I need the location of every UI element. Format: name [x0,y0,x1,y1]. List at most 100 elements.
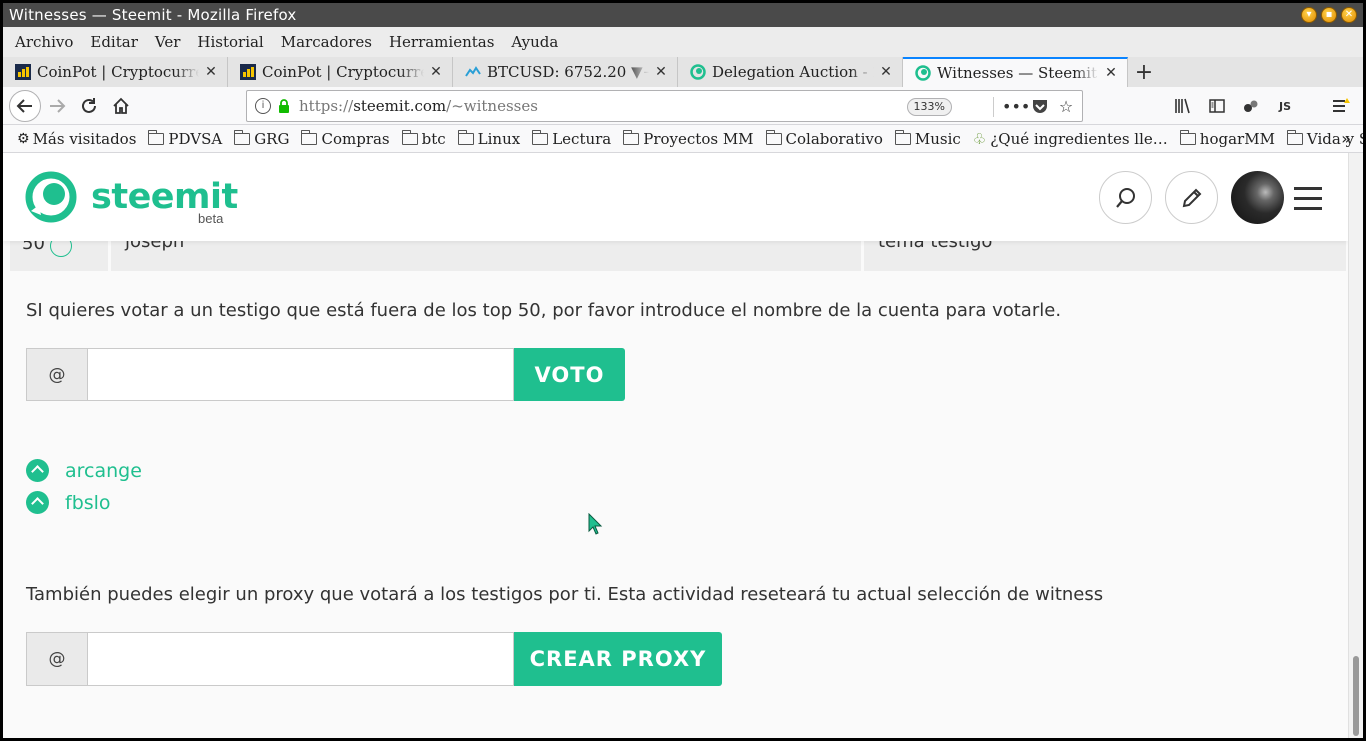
bookmark-label: Más visitados [32,129,137,148]
bookmark-colaborativo[interactable]: Colaborativo [765,129,883,148]
folder-icon [1286,129,1303,145]
close-tab-icon[interactable]: ✕ [428,64,444,80]
menu-herramientas[interactable]: Herramientas [389,33,494,51]
create-proxy-button[interactable]: CREAR PROXY [514,632,722,686]
bookmark-label: hogarMM [1199,129,1275,148]
coinpot-icon [240,64,256,80]
url-bar[interactable]: i https://steemit.com/~witnesses 133% ••… [246,90,1083,122]
bookmark-label: Music [914,129,961,148]
library-icon[interactable] [1167,90,1199,122]
page-actions-icon[interactable]: ••• [1002,97,1030,117]
folder-icon [1179,129,1196,145]
zoom-indicator[interactable]: 133% [906,98,952,116]
navigation-bar: i https://steemit.com/~witnesses 133% ••… [3,87,1363,125]
bookmark-pdvsa[interactable]: PDVSA [148,129,223,148]
tab-coinpot-1[interactable]: CoinPot | Cryptocurrency ✕ [3,57,228,87]
proxy-input-group: @ CREAR PROXY [26,632,722,686]
sidebar-icon[interactable] [1201,90,1233,122]
proxy-name-input[interactable] [88,632,514,686]
bookmarks-bar: ⚙ Más visitados PDVSA GRG Compras btc Lin… [3,125,1363,153]
upvote-icon[interactable] [26,459,49,482]
tab-label: CoinPot | Cryptocurrency [37,63,199,81]
bookmark-mas-visitados[interactable]: ⚙ Más visitados [17,130,136,148]
tab-label: Witnesses — Steemit [937,64,1098,82]
menu-ver[interactable]: Ver [155,33,181,51]
url-text[interactable]: https://steemit.com/~witnesses [299,97,538,115]
scrollbar-thumb[interactable] [1353,656,1359,736]
mouse-cursor-icon [588,513,603,535]
reload-button[interactable] [73,90,105,122]
bookmark-compras[interactable]: Compras [301,129,390,148]
tab-strip: CoinPot | Cryptocurrency ✕ CoinPot | Cry… [3,57,1363,87]
proxy-instructions: También puedes elegir un proxy que votar… [26,584,1104,605]
bookmark-label: ¿Qué ingredientes lle… [990,129,1168,148]
menu-historial[interactable]: Historial [197,33,263,51]
bookmark-label: PDVSA [168,129,223,148]
bookmark-label: Proyectos MM [643,129,754,148]
forward-button[interactable] [41,90,73,122]
site-header: steemit beta [3,153,1348,241]
menu-bar: Archivo Editar Ver Historial Marcadores … [3,27,1363,57]
maximize-button[interactable]: ▪ [1321,7,1337,23]
info-icon[interactable]: i [255,98,271,114]
tab-btcusd[interactable]: BTCUSD: 6752.20 ▼−0. ✕ [453,57,678,87]
close-tab-icon[interactable]: ✕ [203,64,219,80]
folder-icon [234,129,251,145]
new-tab-button[interactable]: + [1128,57,1160,87]
voted-witness-item: fbslo [26,491,111,514]
bookmark-label: Lectura [552,129,612,148]
tab-witnesses[interactable]: Witnesses — Steemit ✕ [903,57,1128,87]
tab-coinpot-2[interactable]: CoinPot | Cryptocurrency ✕ [228,57,453,87]
js-toggle-button[interactable]: JS [1269,90,1301,122]
write-post-button[interactable] [1165,171,1218,224]
hamburger-menu-icon[interactable] [1325,90,1357,122]
close-tab-icon[interactable]: ✕ [878,64,894,80]
page-scrollbar[interactable] [1348,153,1363,738]
upvote-icon[interactable] [26,491,49,514]
vote-button[interactable]: VOTO [514,348,625,401]
search-button[interactable] [1099,171,1152,224]
folder-icon [148,129,165,145]
gear-icon: ⚙ [17,130,30,147]
witness-name-input[interactable] [88,348,514,401]
minimize-button[interactable]: ▾ [1301,7,1317,23]
folder-icon [623,129,640,145]
close-window-button[interactable]: ✕ [1341,7,1357,23]
folder-icon [457,129,474,145]
close-tab-icon[interactable]: ✕ [653,64,669,80]
menu-icon[interactable] [1294,187,1322,210]
back-button[interactable] [9,89,41,122]
reload-icon [82,97,96,113]
at-label: @ [26,632,88,686]
bookmark-grg[interactable]: GRG [234,129,289,148]
avatar[interactable] [1231,171,1284,224]
chevron-right-icon[interactable]: » [1341,129,1351,148]
bookmark-label: btc [421,129,446,148]
extension-icon[interactable] [1235,90,1267,122]
bookmark-vida-y-salud[interactable]: Vida y Salud [1286,129,1363,148]
close-tab-icon[interactable]: ✕ [1103,65,1119,81]
lock-icon[interactable] [277,99,291,113]
steemit-icon [690,64,706,80]
bookmark-star-icon[interactable]: ☆ [1056,97,1076,117]
menu-marcadores[interactable]: Marcadores [281,33,372,51]
tab-delegation-auction[interactable]: Delegation Auction - 2,0 ✕ [678,57,903,87]
bookmark-hogarmm[interactable]: hogarMM [1179,129,1275,148]
url-separator [993,97,994,117]
voted-witness-link[interactable]: arcange [65,460,142,482]
bookmark-proyectos-mm[interactable]: Proyectos MM [623,129,754,148]
home-button[interactable] [105,90,137,122]
bookmark-ingredientes[interactable]: ♧ ¿Qué ingredientes lle… [973,130,1168,148]
pocket-icon[interactable] [1030,97,1050,117]
bookmark-btc[interactable]: btc [401,129,446,148]
url-prefix: https:// [299,97,354,115]
bookmark-music[interactable]: Music [894,129,961,148]
at-label: @ [26,348,88,401]
menu-archivo[interactable]: Archivo [15,33,73,51]
menu-editar[interactable]: Editar [90,33,138,51]
bookmark-linux[interactable]: Linux [457,129,520,148]
voted-witness-link[interactable]: fbslo [65,492,111,514]
bookmark-lectura[interactable]: Lectura [532,129,612,148]
menu-ayuda[interactable]: Ayuda [511,33,558,51]
